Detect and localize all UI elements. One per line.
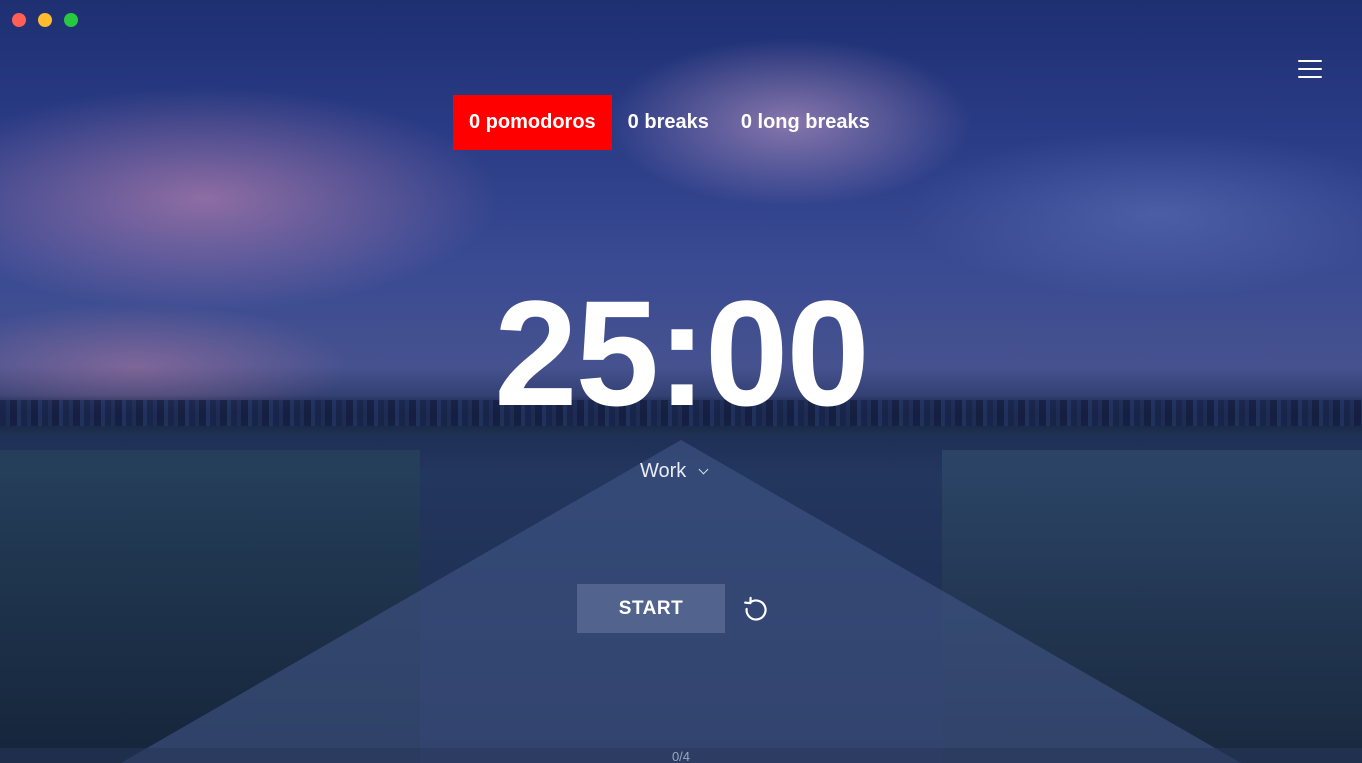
hamburger-menu-icon[interactable] bbox=[1298, 58, 1322, 80]
chevron-down-icon bbox=[698, 464, 709, 475]
tab-pomodoros[interactable]: 0 pomodoros bbox=[453, 95, 612, 150]
window-minimize-button[interactable] bbox=[38, 13, 52, 27]
task-select-label: Work bbox=[640, 460, 687, 482]
window-close-button[interactable] bbox=[12, 13, 26, 27]
window-zoom-button[interactable] bbox=[64, 13, 78, 27]
session-progress-label: 0/4 bbox=[671, 749, 691, 763]
pomodoro-app: 0 pomodoros 0 breaks 0 long breaks 25:00… bbox=[0, 0, 1362, 763]
reset-icon-svg bbox=[744, 596, 767, 621]
window-controls bbox=[12, 13, 78, 27]
tab-breaks[interactable]: 0 breaks bbox=[612, 95, 725, 150]
task-select[interactable]: Work bbox=[640, 460, 709, 483]
session-progress-bar: 0/4 bbox=[0, 748, 1362, 763]
timer-display: 25:00 bbox=[494, 269, 870, 437]
tab-long-breaks[interactable]: 0 long breaks bbox=[725, 95, 886, 150]
mode-tabs: 0 pomodoros 0 breaks 0 long breaks bbox=[453, 95, 886, 150]
reset-icon[interactable] bbox=[742, 595, 770, 623]
start-button[interactable]: START bbox=[577, 584, 725, 633]
